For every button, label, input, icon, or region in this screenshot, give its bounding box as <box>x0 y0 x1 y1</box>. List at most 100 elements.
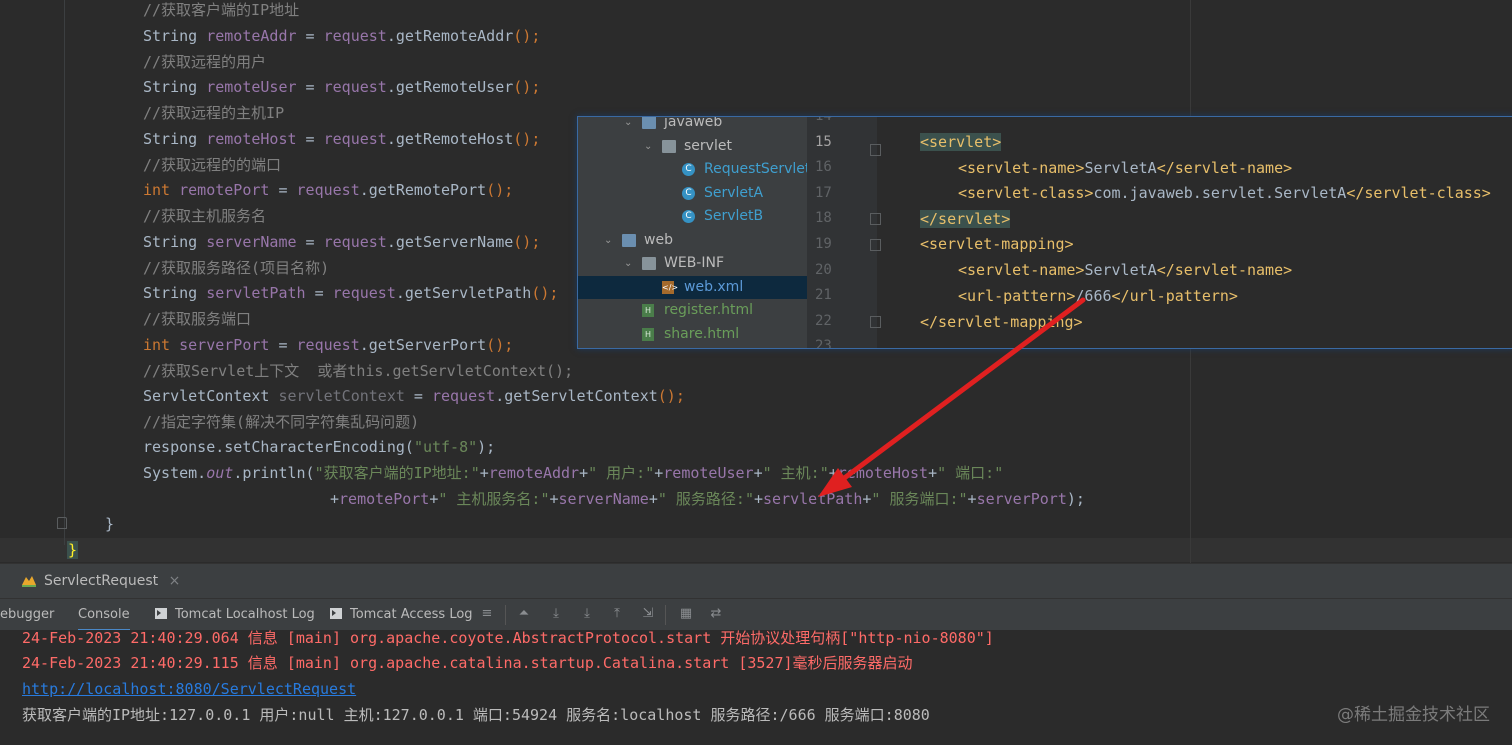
editor-gutter-divider <box>64 0 65 545</box>
watermark: @稀土掘金技术社区 <box>1337 705 1490 725</box>
line-number: 21 <box>815 287 832 304</box>
folder-icon <box>642 257 656 270</box>
scroll-up-icon[interactable]: ⏶ <box>517 607 531 621</box>
xml-line-18: </servlet> <box>920 210 1011 228</box>
run-config-tab[interactable]: ServlectRequest × <box>44 564 180 599</box>
chevron-down-icon[interactable]: ⌄ <box>624 118 634 128</box>
code-decl-line: String remoteAddr = request.getRemoteAdd… <box>143 26 541 45</box>
close-icon[interactable]: × <box>169 573 181 589</box>
fold-marker-icon[interactable] <box>870 144 881 156</box>
download-alt-icon[interactable]: ⤓ <box>580 607 594 621</box>
tree-item-label: WEB-INF <box>664 255 724 271</box>
xml-line-22: </servlet-mapping> <box>920 313 1083 331</box>
table-icon[interactable]: ▦ <box>679 607 693 621</box>
xml-file-icon: </> <box>662 280 679 294</box>
code-comment-line: //获取远程的用户 <box>143 52 267 71</box>
tree-item-share-html[interactable]: Hshare.html <box>578 323 807 346</box>
java-class-icon: C <box>682 210 695 223</box>
console-line: 获取客户端的IP地址:127.0.0.1 用户:null 主机:127.0.0.… <box>22 706 930 724</box>
run-config-title: ServlectRequest <box>44 573 159 589</box>
fold-marker-icon[interactable] <box>57 517 67 529</box>
line-number: 15 <box>815 133 832 150</box>
java-class-icon: C <box>682 186 695 200</box>
toolbar-separator <box>665 605 666 625</box>
code-decl-line: int serverPort = request.getServerPort()… <box>143 335 514 354</box>
code-comment-line: //获取客户端的IP地址 <box>143 1 300 19</box>
caret-line-highlight <box>0 538 1512 562</box>
line-number: 16 <box>815 159 832 176</box>
fold-marker-icon[interactable] <box>870 213 881 225</box>
code-comment-line: //指定字符集(解决不同字符集乱码问题) <box>143 413 420 431</box>
code-line-encoding: response.setCharacterEncoding("utf-8"); <box>143 438 496 456</box>
code-comment-line: //获取服务端口 <box>143 310 252 328</box>
method-close-brace: } <box>105 515 115 533</box>
tree-item-servleta[interactable]: C ServletA <box>578 182 807 205</box>
tree-item-register-html[interactable]: Hregister.html <box>578 299 807 322</box>
tree-item-web[interactable]: ⌄ web <box>578 229 807 252</box>
line-number: 17 <box>815 184 832 201</box>
terminal-icon <box>330 608 342 619</box>
chevron-down-icon[interactable]: ⌄ <box>644 141 654 152</box>
tree-item-servlet[interactable]: ⌄ servlet <box>578 135 807 158</box>
settings-icon[interactable]: ⇄ <box>709 607 723 621</box>
line-number: 22 <box>815 312 832 329</box>
html-file-icon: H <box>642 327 654 341</box>
code-line-println-2: +remotePort+" 主机服务名:"+serverName+" 服务路径:… <box>330 490 1085 508</box>
xml-line-gutter: 14 15 16 17 18 19 20 21 22 23 <box>807 117 877 348</box>
code-comment-line: //获取远程的的端口 <box>143 155 282 174</box>
code-decl-line: String servletPath = request.getServletP… <box>143 284 559 303</box>
tree-item-web-inf[interactable]: ⌄ WEB-INF <box>578 252 807 275</box>
folder-icon <box>662 139 676 153</box>
console-link[interactable]: http://localhost:8080/ServlectRequest <box>22 676 356 702</box>
tree-item-label: register.html <box>664 302 754 318</box>
line-number: 20 <box>815 261 832 278</box>
tree-item-web-xml[interactable]: </> web.xml <box>578 275 807 299</box>
tree-item-label: servlet <box>684 137 732 154</box>
terminal-icon <box>155 608 167 619</box>
download-icon[interactable]: ⤓ <box>549 607 563 621</box>
line-number: 23 <box>815 338 832 349</box>
folder-icon <box>642 117 656 129</box>
code-decl-line: ServletContext servletContext = request.… <box>143 387 685 406</box>
code-decl-line: String serverName = request.getServerNam… <box>143 232 541 251</box>
code-decl-line: String remoteUser = request.getRemoteUse… <box>143 78 541 97</box>
tree-item-label: RequestServlet <box>704 161 807 177</box>
clear-icon[interactable]: ⇲ <box>641 607 655 621</box>
tree-item-label: ServletB <box>704 208 764 224</box>
console-output[interactable]: 24-Feb-2023 21:40:29.064 信息 [main] org.a… <box>0 629 1512 745</box>
project-tree[interactable]: ⌄ javaweb ⌄ servlet C RequestServlet C ServletA… <box>578 117 807 348</box>
tree-item-requestservlet[interactable]: C RequestServlet <box>578 158 807 181</box>
chevron-down-icon[interactable]: ⌄ <box>624 259 634 269</box>
tree-item-label: share.html <box>664 325 740 342</box>
tree-item-servletb[interactable]: C ServletB <box>578 205 807 228</box>
toolbar-separator <box>505 605 506 625</box>
xml-line-20: <servlet-name>ServletA</servlet-name> <box>958 261 1293 279</box>
console-line: 24-Feb-2023 21:40:29.064 信息 [main] org.a… <box>22 629 994 647</box>
code-line-println-1: System.out.println("获取客户端的IP地址:"+remoteA… <box>143 464 1004 482</box>
xml-line-19: <servlet-mapping> <box>920 235 1074 253</box>
xml-line-15: <servlet> <box>920 133 1002 151</box>
line-number: 19 <box>815 236 832 252</box>
fold-marker-icon[interactable] <box>870 239 881 251</box>
web-xml-preview-popup: ⌄ javaweb ⌄ servlet C RequestServlet C ServletA… <box>577 116 1512 349</box>
xml-line-21: <url-pattern>/666</url-pattern> <box>958 287 1238 305</box>
code-comment-line: //获取主机服务名 <box>143 207 267 225</box>
code-decl-line: int remotePort = request.getRemotePort()… <box>143 181 514 200</box>
java-class-icon: C <box>682 163 695 176</box>
tree-item-label: ServletA <box>704 184 764 201</box>
chevron-down-icon[interactable]: ⌄ <box>604 235 614 246</box>
tree-item-label: javaweb <box>664 117 723 130</box>
code-decl-line: String remoteHost = request.getRemoteHos… <box>143 129 541 148</box>
line-number: 14 <box>815 116 832 124</box>
tree-item-javaweb[interactable]: ⌄ javaweb <box>578 117 807 134</box>
folder-icon <box>622 233 636 247</box>
fold-marker-icon[interactable] <box>870 316 881 328</box>
tomcat-icon <box>22 576 36 587</box>
tree-item-label: web.xml <box>684 278 744 295</box>
upload-icon[interactable]: ⤒ <box>610 607 624 621</box>
menu-icon[interactable]: ≡ <box>480 607 494 621</box>
code-comment-line: //获取远程的主机IP <box>143 104 285 122</box>
tree-item-label: web <box>644 231 673 248</box>
code-comment-line: //获取Servlet上下文 或者this.getServletContext(… <box>143 361 574 380</box>
code-comment-line: //获取服务路径(项目名称) <box>143 258 330 277</box>
